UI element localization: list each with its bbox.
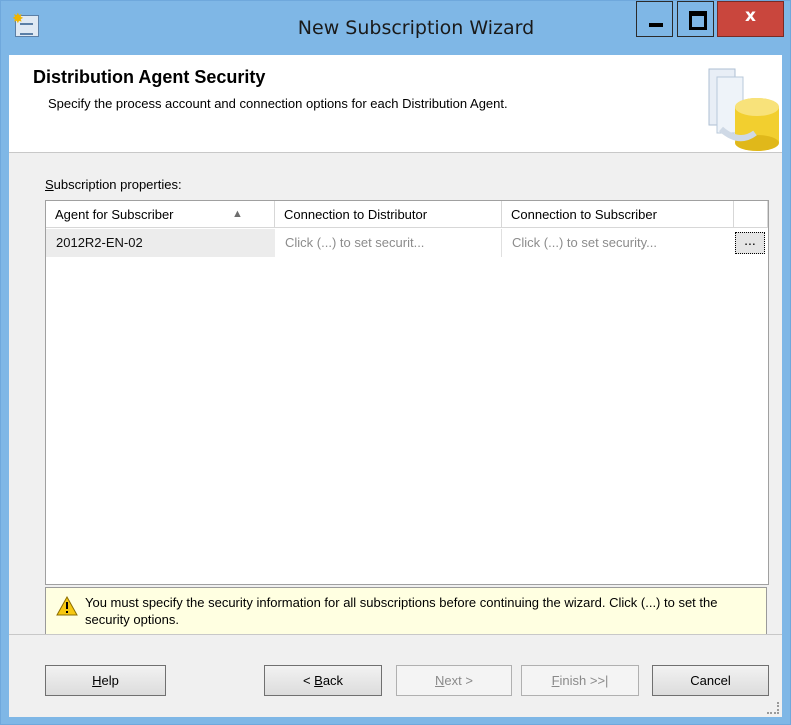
distributor-connection-cell[interactable]: Click (...) to set securit... <box>275 229 502 257</box>
column-header-distributor[interactable]: Connection to Distributor <box>275 201 502 228</box>
warning-icon <box>56 596 78 616</box>
warning-message: You must specify the security informatio… <box>85 595 718 627</box>
page-header: Distribution Agent Security Specify the … <box>9 55 782 153</box>
close-button[interactable]: x <box>717 1 784 37</box>
minimize-button[interactable] <box>636 1 673 37</box>
subscription-properties-label: Subscription properties: <box>45 177 182 192</box>
grid-header: Agent for Subscriber ▲ Connection to Dis… <box>46 201 768 229</box>
wizard-client-area: Distribution Agent Security Specify the … <box>9 55 782 717</box>
agent-cell[interactable]: 2012R2-EN-02 <box>46 229 275 257</box>
subscriber-connection-cell[interactable]: Click (...) to set security... <box>502 229 734 257</box>
resize-grip[interactable] <box>767 702 779 714</box>
maximize-button[interactable] <box>677 1 714 37</box>
title-bar[interactable]: ✸ New Subscription Wizard x <box>1 1 790 55</box>
subscription-properties-grid[interactable]: Agent for Subscriber ▲ Connection to Dis… <box>45 200 769 585</box>
set-security-ellipsis-button[interactable]: ... <box>735 232 765 254</box>
page-subtitle: Specify the process account and connecti… <box>48 96 508 111</box>
help-button[interactable]: Help <box>45 665 166 696</box>
column-header-agent[interactable]: Agent for Subscriber ▲ <box>46 201 275 228</box>
wizard-button-bar: Help < Back Next > Finish >>| Cancel <box>9 634 782 717</box>
page-title: Distribution Agent Security <box>33 67 266 87</box>
cancel-button[interactable]: Cancel <box>652 665 769 696</box>
column-header-blank <box>734 201 768 228</box>
sort-ascending-icon: ▲ <box>232 208 243 220</box>
table-row[interactable]: 2012R2-EN-02 Click (...) to set securit.… <box>46 229 768 257</box>
wizard-app-icon: ✸ <box>12 10 39 37</box>
list-lines-icon <box>20 23 33 35</box>
finish-button[interactable]: Finish >>| <box>521 665 639 696</box>
back-button[interactable]: < Back <box>264 665 382 696</box>
database-agent-graphic <box>708 68 779 151</box>
maximize-icon <box>689 11 707 30</box>
wizard-window: ✸ New Subscription Wizard x Distribution… <box>0 0 791 725</box>
window-title: New Subscription Wizard <box>297 17 535 39</box>
next-button[interactable]: Next > <box>396 665 512 696</box>
minimize-icon <box>649 23 663 27</box>
close-icon: x <box>745 6 756 26</box>
column-header-subscriber[interactable]: Connection to Subscriber <box>502 201 734 228</box>
